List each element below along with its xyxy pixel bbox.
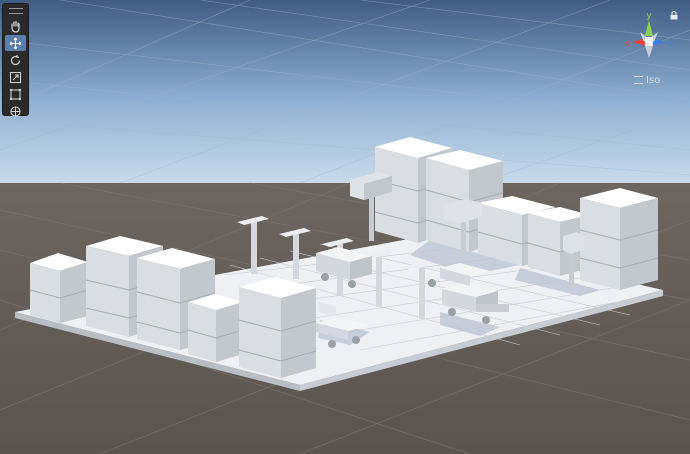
scene-viewport[interactable] xyxy=(0,0,690,454)
move-icon xyxy=(9,37,22,49)
hand-tool-button[interactable] xyxy=(5,18,26,34)
tool-palette xyxy=(2,3,29,119)
projection-mode-text: Iso xyxy=(646,75,661,86)
rotate-icon xyxy=(10,54,21,65)
crate-stack-front-4[interactable] xyxy=(187,294,244,362)
gizmo-y-cone[interactable] xyxy=(645,20,653,36)
rect-tool-button[interactable] xyxy=(5,86,26,102)
rect-icon xyxy=(9,88,22,100)
crate-stack-front-5[interactable] xyxy=(238,277,317,378)
iso-projection-icon xyxy=(634,76,643,84)
gizmo-axis-z-label: z xyxy=(669,39,674,49)
scale-icon xyxy=(9,71,22,83)
transform-tool-button[interactable] xyxy=(5,103,26,119)
scale-tool-button[interactable] xyxy=(5,69,26,85)
rotate-tool-button[interactable] xyxy=(5,52,26,68)
move-tool-button[interactable] xyxy=(5,35,26,51)
crate-stack-back-5[interactable] xyxy=(579,188,659,290)
gizmo-axis-y-label: y xyxy=(646,11,652,21)
gizmo-axis-x-label: x xyxy=(624,39,630,49)
gizmo-center-cube[interactable] xyxy=(645,37,653,46)
crate-stack-front-1[interactable] xyxy=(29,253,89,323)
tool-palette-grip[interactable] xyxy=(3,5,28,17)
projection-mode-label[interactable]: Iso xyxy=(634,75,660,86)
hand-icon xyxy=(11,20,20,33)
transform-icon xyxy=(10,105,21,117)
